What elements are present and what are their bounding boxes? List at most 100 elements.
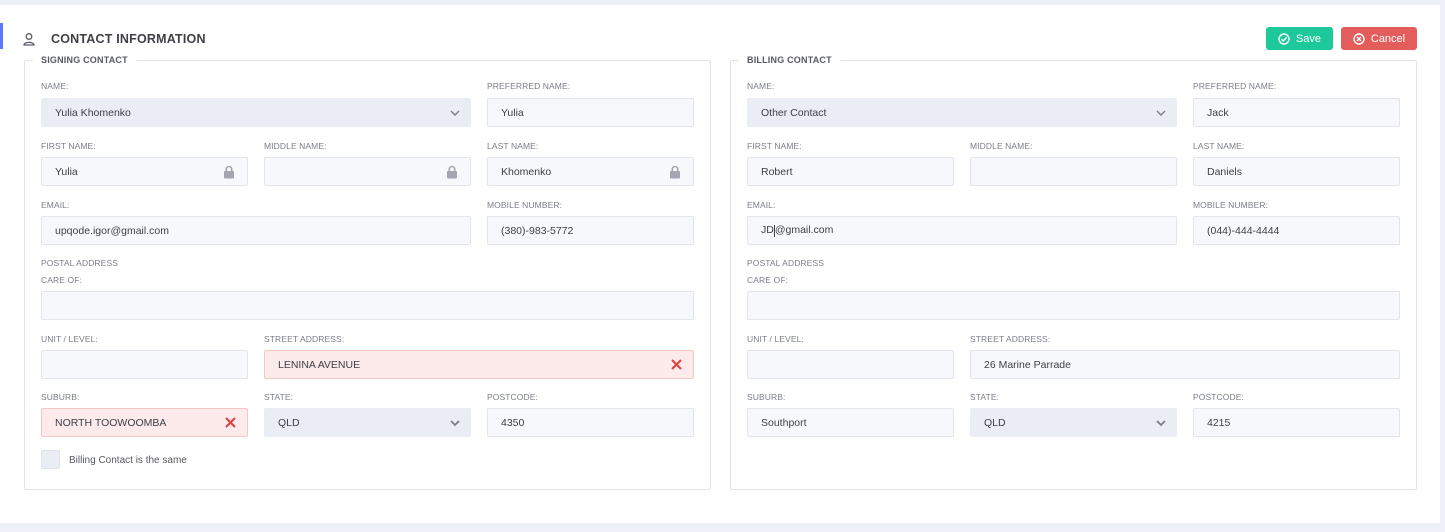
header-accent-bar [0, 23, 3, 49]
page-title: CONTACT INFORMATION [51, 32, 206, 46]
billing-email-input[interactable]: JD@gmail.com [747, 216, 1177, 245]
billing-suburb-value: Southport [761, 416, 807, 429]
billing-first-name-input[interactable]: Robert [747, 157, 954, 186]
save-button[interactable]: Save [1266, 27, 1333, 50]
signing-email-input[interactable]: upqode.igor@gmail.com [41, 216, 471, 245]
billing-street-value: 26 Marine Parrade [984, 358, 1071, 371]
error-x-icon[interactable] [225, 417, 236, 428]
signing-name-select[interactable]: Yulia Khomenko [41, 98, 471, 127]
middle-name-label: MIDDLE NAME: [264, 141, 327, 151]
signing-state-value: QLD [278, 416, 300, 429]
signing-last-name-input[interactable]: Khomenko [487, 157, 694, 186]
billing-name-select[interactable]: Other Contact [747, 98, 1177, 127]
signing-first-name-input[interactable]: Yulia [41, 157, 248, 186]
signing-street-value: LENINA AVENUE [278, 358, 361, 371]
email-label: EMAIL: [747, 200, 776, 210]
billing-email-before-caret: JD [761, 224, 774, 237]
user-icon [23, 33, 35, 46]
billing-email-value: JD@gmail.com [761, 224, 834, 237]
billing-contact-legend: BILLING CONTACT [739, 55, 840, 65]
first-name-label: FIRST NAME: [41, 141, 96, 151]
last-name-label: LAST NAME: [1193, 141, 1245, 151]
billing-same-label: Billing Contact is the same [69, 455, 187, 466]
billing-last-name-input[interactable]: Daniels [1193, 157, 1400, 186]
billing-middle-name-input[interactable] [970, 157, 1177, 186]
signing-suburb-input[interactable]: NORTH TOOWOOMBA [41, 408, 248, 437]
billing-first-name-value: Robert [761, 165, 793, 178]
close-circle-icon [1353, 32, 1365, 45]
first-name-label: FIRST NAME: [747, 141, 802, 151]
chevron-down-icon [1156, 110, 1166, 116]
state-label: STATE: [970, 392, 1000, 402]
billing-mobile-input[interactable]: (044)-444-4444 [1193, 216, 1400, 245]
billing-state-value: QLD [984, 416, 1006, 429]
suburb-label: SUBURB: [41, 392, 80, 402]
signing-postcode-input[interactable]: 4350 [487, 408, 694, 437]
signing-contact-legend: SIGNING CONTACT [33, 55, 136, 65]
state-label: STATE: [264, 392, 294, 402]
signing-mobile-input[interactable]: (380)-983-5772 [487, 216, 694, 245]
middle-name-label: MIDDLE NAME: [970, 141, 1033, 151]
postal-address-label: POSTAL ADDRESS [747, 258, 824, 268]
signing-email-value: upqode.igor@gmail.com [55, 224, 169, 237]
save-button-label: Save [1295, 32, 1322, 45]
billing-name-value: Other Contact [761, 106, 827, 119]
signing-unit-input[interactable] [41, 350, 248, 379]
unit-label: UNIT / LEVEL: [747, 334, 804, 344]
postal-address-label: POSTAL ADDRESS [41, 258, 118, 268]
signing-preferred-name-value: Yulia [501, 106, 524, 119]
billing-email-after-caret: @gmail.com [774, 224, 834, 237]
name-label: NAME: [747, 81, 775, 91]
mobile-label: MOBILE NUMBER: [487, 200, 563, 210]
billing-mobile-value: (044)-444-4444 [1207, 224, 1280, 237]
lock-icon [224, 165, 234, 179]
chevron-down-icon [450, 110, 460, 116]
signing-preferred-name-input[interactable]: Yulia [487, 98, 694, 127]
billing-preferred-name-input[interactable]: Jack [1193, 98, 1400, 127]
lock-icon [670, 165, 680, 179]
billing-street-input[interactable]: 26 Marine Parrade [970, 350, 1400, 379]
signing-name-value: Yulia Khomenko [55, 106, 131, 119]
street-label: STREET ADDRESS: [970, 334, 1051, 344]
signing-care-of-input[interactable] [41, 291, 694, 320]
care-of-label: CARE OF: [747, 275, 788, 285]
cancel-button[interactable]: Cancel [1341, 27, 1417, 50]
error-x-icon[interactable] [671, 359, 682, 370]
care-of-label: CARE OF: [41, 275, 82, 285]
billing-postcode-value: 4215 [1207, 416, 1231, 429]
preferred-name-label: PREFERRED NAME: [1193, 81, 1277, 91]
signing-postcode-value: 4350 [501, 416, 525, 429]
billing-care-of-input[interactable] [747, 291, 1400, 320]
last-name-label: LAST NAME: [487, 141, 539, 151]
signing-mobile-value: (380)-983-5772 [501, 224, 574, 237]
email-label: EMAIL: [41, 200, 70, 210]
signing-state-select[interactable]: QLD [264, 408, 471, 437]
check-circle-icon [1278, 32, 1290, 45]
billing-preferred-name-value: Jack [1207, 106, 1229, 119]
lock-icon [447, 165, 457, 179]
signing-middle-name-input[interactable] [264, 157, 471, 186]
billing-state-select[interactable]: QLD [970, 408, 1177, 437]
signing-first-name-value: Yulia [55, 165, 78, 178]
suburb-label: SUBURB: [747, 392, 786, 402]
contact-information-card: CONTACT INFORMATION Save Cancel SIGNING … [0, 5, 1440, 523]
preferred-name-label: PREFERRED NAME: [487, 81, 571, 91]
billing-suburb-input[interactable]: Southport [747, 408, 954, 437]
billing-postcode-input[interactable]: 4215 [1193, 408, 1400, 437]
cancel-button-label: Cancel [1370, 32, 1406, 45]
billing-unit-input[interactable] [747, 350, 954, 379]
name-label: NAME: [41, 81, 69, 91]
billing-last-name-value: Daniels [1207, 165, 1243, 178]
postcode-label: POSTCODE: [1193, 392, 1244, 402]
chevron-down-icon [450, 420, 460, 427]
billing-contact-section: BILLING CONTACT NAME: Other Contact PREF… [730, 55, 1417, 490]
unit-label: UNIT / LEVEL: [41, 334, 98, 344]
postcode-label: POSTCODE: [487, 392, 538, 402]
mobile-label: MOBILE NUMBER: [1193, 200, 1269, 210]
signing-street-input[interactable]: LENINA AVENUE [264, 350, 694, 379]
signing-contact-section: SIGNING CONTACT NAME: Yulia Khomenko PRE… [24, 55, 711, 490]
signing-suburb-value: NORTH TOOWOOMBA [55, 416, 167, 429]
street-label: STREET ADDRESS: [264, 334, 345, 344]
signing-last-name-value: Khomenko [501, 165, 552, 178]
billing-same-checkbox[interactable] [41, 450, 60, 469]
